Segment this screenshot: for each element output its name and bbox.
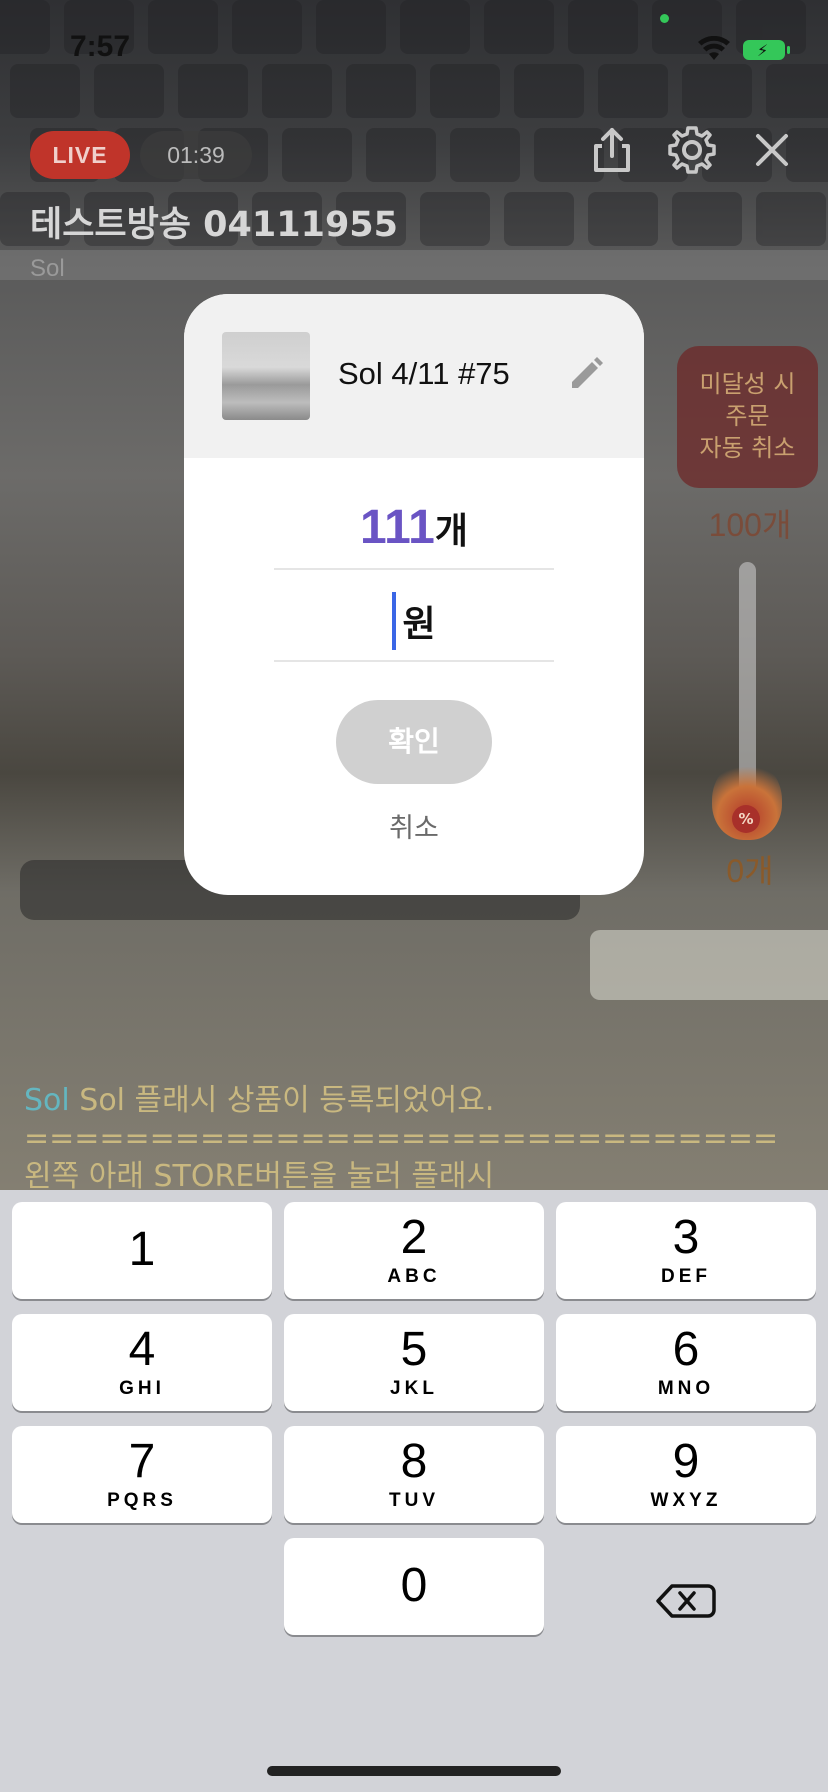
key-digit: 1 xyxy=(128,1223,156,1276)
battery-icon: ⚡ xyxy=(743,40,790,60)
key-digit: 7 xyxy=(128,1435,156,1488)
key-letters: JKL xyxy=(390,1378,438,1399)
key-digit: 6 xyxy=(672,1323,700,1376)
key-digit: 3 xyxy=(672,1211,700,1264)
key-3[interactable]: 3 DEF xyxy=(556,1202,816,1299)
key-digit: 9 xyxy=(672,1435,700,1488)
cancel-button[interactable]: 취소 xyxy=(184,806,644,845)
flash-product-dialog: Sol 4/11 #75 111개 원 확인 취소 xyxy=(184,294,644,895)
chat-next-line: 왼쪽 아래 STORE버튼을 눌러 플래시 xyxy=(24,1159,495,1190)
key-8[interactable]: 8 TUV xyxy=(284,1426,544,1523)
auto-cancel-text: 미달성 시 주문 자동 취소 xyxy=(699,370,796,462)
background-laptop-edge xyxy=(0,250,828,280)
quantity-value: 111 xyxy=(360,501,435,554)
key-digit: 2 xyxy=(400,1211,428,1264)
edit-pencil-icon[interactable] xyxy=(564,352,608,396)
settings-gear-icon[interactable] xyxy=(664,122,720,178)
dialog-header: Sol 4/11 #75 xyxy=(184,294,644,458)
key-digit: 4 xyxy=(128,1323,156,1376)
confirm-button[interactable]: 확인 xyxy=(336,700,492,784)
chat-message: Sol Sol 플래시 상품이 등록되었어요. ================… xyxy=(24,1082,804,1190)
key-2[interactable]: 2 ABC xyxy=(284,1202,544,1299)
key-letters: PQRS xyxy=(107,1490,177,1511)
status-time: 7:57 xyxy=(70,30,131,63)
key-letters: ABC xyxy=(387,1266,441,1287)
key-digit: 0 xyxy=(400,1559,428,1612)
stream-host: Sol xyxy=(30,255,65,282)
home-indicator[interactable] xyxy=(267,1766,561,1776)
auto-cancel-card: 미달성 시 주문 자동 취소 xyxy=(677,346,818,488)
close-icon[interactable] xyxy=(744,122,800,178)
product-name: Sol 4/11 #75 xyxy=(338,356,510,391)
key-letters: WXYZ xyxy=(650,1490,722,1511)
key-digit: 5 xyxy=(400,1323,428,1376)
quantity-unit: 개 xyxy=(434,511,468,552)
live-badge: LIVE xyxy=(30,131,130,179)
current-count: 0개 xyxy=(726,853,774,889)
goal-count: 100개 xyxy=(708,507,792,543)
chat-separator: ============================== xyxy=(24,1121,779,1156)
key-4[interactable]: 4 GHI xyxy=(12,1314,272,1411)
share-icon[interactable] xyxy=(584,122,640,178)
key-letters: TUV xyxy=(389,1490,439,1511)
key-5[interactable]: 5 JKL xyxy=(284,1314,544,1411)
price-unit: 원 xyxy=(402,604,436,645)
camera-indicator-dot xyxy=(660,14,669,23)
percent-badge: % xyxy=(732,805,760,833)
key-letters: GHI xyxy=(119,1378,165,1399)
quantity-field[interactable]: 111개 xyxy=(274,500,554,570)
numeric-keypad: 1 2 ABC 3 DEF 4 GHI 5 JKL 6 MNO 7 PQRS 8… xyxy=(0,1190,828,1792)
key-digit: 8 xyxy=(400,1435,428,1488)
elapsed-timer: 01:39 xyxy=(140,131,252,179)
backspace-icon[interactable] xyxy=(560,1552,820,1649)
key-9[interactable]: 9 WXYZ xyxy=(556,1426,816,1523)
text-cursor xyxy=(392,592,397,650)
key-1[interactable]: 1 xyxy=(12,1202,272,1299)
background-stand-base xyxy=(590,930,828,1000)
key-letters: MNO xyxy=(657,1378,715,1399)
chat-area: Sol Sol 플래시 상품이 등록되었어요. ================… xyxy=(0,1082,828,1190)
chat-sender: Sol xyxy=(24,1083,70,1118)
stream-title: 테스트방송 04111955 xyxy=(30,205,399,245)
key-7[interactable]: 7 PQRS xyxy=(12,1426,272,1523)
background-keyboard-row xyxy=(10,64,828,124)
key-0[interactable]: 0 xyxy=(284,1538,544,1635)
price-field[interactable]: 원 xyxy=(274,592,554,662)
key-6[interactable]: 6 MNO xyxy=(556,1314,816,1411)
wifi-icon xyxy=(698,36,730,60)
product-thumbnail xyxy=(222,332,310,420)
key-letters: DEF xyxy=(661,1266,711,1287)
chat-text: Sol 플래시 상품이 등록되었어요. xyxy=(79,1083,495,1118)
